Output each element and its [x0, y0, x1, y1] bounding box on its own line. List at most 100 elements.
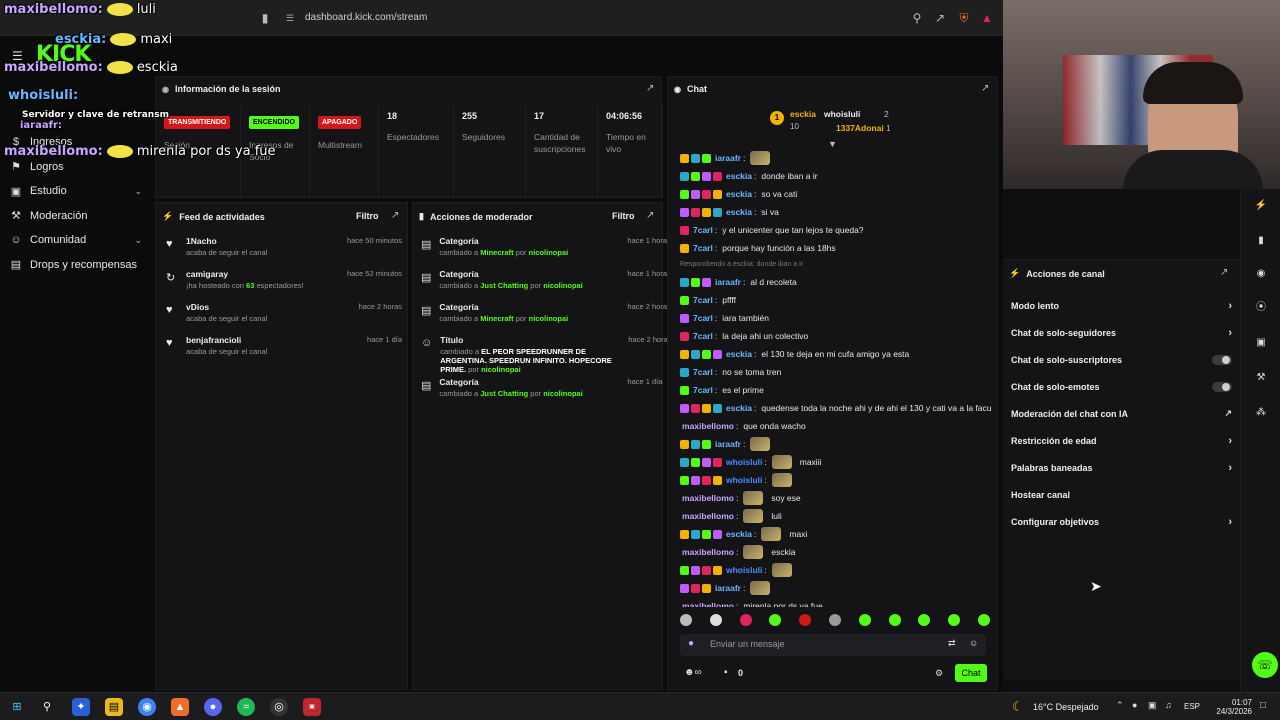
emoji-icon[interactable]: ☺	[969, 638, 978, 648]
users-icon[interactable]: ☻∞	[684, 667, 702, 678]
chat-message[interactable]: whoisluli:	[680, 471, 994, 489]
sidebar-item-5[interactable]: ▤ Drops y recompensas	[0, 253, 152, 278]
chat-message[interactable]: 7carl: la deja ahi un colectivo	[680, 327, 994, 345]
microphone-icon[interactable]: ●	[688, 638, 694, 649]
popout-chat-icon[interactable]: ↗	[981, 83, 989, 94]
notifications-icon[interactable]: □	[1260, 700, 1266, 711]
emote-shortcut-icon[interactable]	[858, 614, 871, 626]
chat-username[interactable]: iaraafr	[715, 153, 741, 163]
chat-message[interactable]: 7carl: porque hay función a las 18hs	[680, 239, 994, 257]
mod-desc-user[interactable]: nicolinopai	[543, 389, 583, 398]
emote-shortcut-icon[interactable]	[888, 614, 901, 626]
chat-message[interactable]: maxibellomo: mirenla por ds ya fue	[680, 597, 994, 607]
chat-message[interactable]: whoisluli: maxiii	[680, 453, 994, 471]
search-icon[interactable]: ⚲	[38, 698, 56, 716]
help-chat-icon[interactable]: ☏	[1252, 652, 1278, 678]
channel-action-item[interactable]: Restricción de edad ›	[1003, 427, 1240, 454]
chat-message[interactable]: esckia: si va	[680, 203, 994, 221]
share-tool-icon[interactable]: ⁂	[1252, 404, 1270, 422]
chat-message[interactable]: esckia: donde iban a ir	[680, 167, 994, 185]
chat-input[interactable]: ● Enviar un mensaje ⇄ ☺	[680, 634, 986, 656]
chat-username[interactable]: whoisluli	[726, 565, 762, 575]
chat-message[interactable]: 7carl: y el unicenter que tan lejos te qu…	[680, 221, 994, 239]
feed-username[interactable]: 1Nacho	[186, 236, 339, 246]
broadcast-icon[interactable]: ⦿	[1252, 299, 1270, 317]
chat-settings-icon[interactable]: ⚙	[935, 668, 943, 679]
mod-action-item[interactable]: ▤ Categoría cambiado a Minecraft por nicol…	[421, 236, 667, 269]
channel-action-item[interactable]: Palabras baneadas ›	[1003, 454, 1240, 481]
chat-message[interactable]: esckia: maxi	[680, 525, 994, 543]
feed-username[interactable]: vDios	[186, 302, 351, 312]
chat-username[interactable]: esckia	[726, 189, 752, 199]
mod-desc-user[interactable]: nicolinopai	[529, 248, 569, 257]
chat-message[interactable]: 7carl: iara también	[680, 309, 994, 327]
chat-message[interactable]: maxibellomo: luli	[680, 507, 994, 525]
chat-username[interactable]: whoisluli	[726, 457, 762, 467]
chat-message[interactable]: iaraafr:	[680, 435, 994, 453]
translate-icon[interactable]: ⇄	[948, 638, 956, 649]
chat-message[interactable]: esckia: el 130 te deja en mi cufa amigo y…	[680, 345, 994, 363]
chat-username[interactable]: maxibellomo	[682, 421, 734, 431]
chat-username[interactable]: 7carl	[693, 295, 713, 305]
feed-item[interactable]: ↻ camigaray ¡ha hosteado con 63 espectador…	[166, 269, 402, 302]
wrench-tool-icon[interactable]: ⚒	[1252, 369, 1270, 387]
tray-volume-icon[interactable]: ♫	[1165, 700, 1172, 710]
clock[interactable]: 01:07 24/3/2026	[1202, 698, 1252, 716]
chat-message[interactable]: 7carl: es el prime	[680, 381, 994, 399]
chat-username[interactable]: esckia	[726, 207, 752, 217]
tray-network-icon[interactable]: ▣	[1148, 700, 1157, 711]
brave-rewards-icon[interactable]: ▲	[980, 11, 994, 25]
window-tool-icon[interactable]: ▣	[1252, 334, 1270, 352]
emote-shortcut-icon[interactable]	[828, 614, 841, 626]
mod-shield-icon[interactable]: ▮	[1252, 232, 1270, 250]
sidebar-item-3[interactable]: ⚒ Moderación	[0, 204, 152, 229]
feed-username[interactable]: camigaray	[186, 269, 339, 279]
popout-actions-icon[interactable]: ↗	[1220, 267, 1228, 278]
channel-action-item[interactable]: Hostear canal	[1003, 481, 1240, 508]
mod-action-item[interactable]: ▤ Categoría cambiado a Just Chatting por n…	[421, 377, 662, 410]
channel-action-item[interactable]: Chat de solo-seguidores ›	[1003, 319, 1240, 346]
chat-username[interactable]: esckia	[726, 171, 752, 181]
chat-username[interactable]: 7carl	[693, 331, 713, 341]
feed-item[interactable]: ♥ vDios acaba de seguir el canal hace 2 hor…	[166, 302, 402, 335]
chat-message[interactable]: 7carl: pffff	[680, 291, 994, 309]
game-app-icon[interactable]: ▣	[303, 698, 321, 716]
chat-username[interactable]: 7carl	[693, 243, 713, 253]
mod-desc-user[interactable]: nicolinopai	[529, 314, 569, 323]
mod-action-item[interactable]: ☺ Título cambiado a EL PEOR SPEEDRUNNER DE…	[421, 335, 672, 377]
chat-username[interactable]: iaraafr	[715, 583, 741, 593]
toggle-switch[interactable]	[1212, 354, 1232, 365]
chat-username[interactable]: maxibellomo	[682, 547, 734, 557]
mod-desc-user[interactable]: nicolinopai	[481, 365, 521, 374]
channel-action-item[interactable]: Chat de solo-emotes	[1003, 373, 1240, 400]
file-explorer-icon[interactable]: ▤	[105, 698, 123, 716]
chat-username[interactable]: 7carl	[693, 385, 713, 395]
emote-shortcut-icon[interactable]	[680, 614, 692, 626]
chat-message[interactable]: iaraafr: al d recoleta	[680, 273, 994, 291]
emote-shortcut-icon[interactable]	[918, 614, 931, 626]
chat-username[interactable]: 7carl	[693, 225, 713, 235]
collapse-chevron-icon[interactable]: ▼	[828, 139, 837, 149]
copilot-icon[interactable]: ✦	[72, 698, 90, 716]
obs-icon[interactable]: ◎	[270, 698, 288, 716]
channel-action-item[interactable]: Chat de solo-suscriptores	[1003, 346, 1240, 373]
chat-message[interactable]: maxibellomo: que onda wacho	[680, 417, 994, 435]
emote-shortcut-icon[interactable]	[977, 614, 990, 626]
chat-message[interactable]: maxibellomo: esckia	[680, 543, 994, 561]
chevron-down-icon[interactable]: ⌄	[134, 186, 142, 197]
chat-message[interactable]: whoisluli:	[680, 561, 994, 579]
mod-filter-button[interactable]: Filtro	[612, 211, 635, 221]
brave-icon[interactable]: ▲	[171, 698, 189, 716]
toggle-switch[interactable]	[1212, 381, 1232, 392]
emote-shortcut-icon[interactable]	[769, 614, 782, 626]
chat-tool-icon[interactable]: ◉	[1252, 265, 1270, 283]
zoom-icon[interactable]: ⚲	[910, 11, 924, 25]
chat-username[interactable]: maxibellomo	[682, 493, 734, 503]
brave-shield-icon[interactable]: ⛨	[957, 11, 971, 25]
channel-action-item[interactable]: Moderación del chat con IA ↗	[1003, 400, 1240, 427]
chat-message[interactable]: esckia: so va cati	[680, 185, 994, 203]
chat-message[interactable]: iaraafr:	[680, 149, 994, 167]
emote-shortcut-icon[interactable]	[799, 614, 812, 626]
chat-username[interactable]: maxibellomo	[682, 511, 734, 521]
send-chat-button[interactable]: Chat	[955, 664, 987, 682]
